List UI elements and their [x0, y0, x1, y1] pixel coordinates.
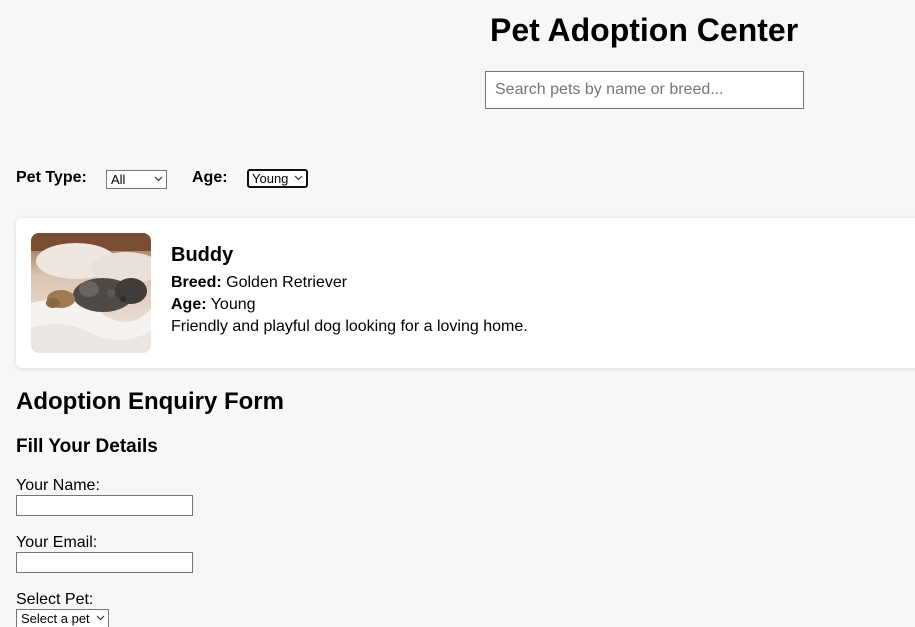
- name-field[interactable]: [16, 495, 193, 516]
- search-input[interactable]: [485, 71, 804, 109]
- pet-age-value: Young: [210, 296, 256, 313]
- chevron-down-icon: [96, 615, 105, 621]
- pet-type-select[interactable]: All: [106, 170, 167, 189]
- email-label: Your Email:: [16, 534, 98, 551]
- chevron-down-icon: [294, 175, 303, 181]
- pet-type-label: Pet Type:: [16, 169, 87, 186]
- pet-type-select-value: All: [111, 172, 126, 187]
- page-title: Pet Adoption Center: [490, 12, 799, 48]
- form-title: Adoption Enquiry Form: [16, 388, 284, 415]
- age-select[interactable]: Young: [247, 169, 308, 188]
- age-select-value: Young: [252, 171, 289, 186]
- sleeping-dog-photo: [31, 233, 151, 353]
- pet-breed-label: Breed:: [171, 274, 222, 291]
- select-pet-label: Select Pet:: [16, 591, 94, 608]
- pet-description: Friendly and playful dog looking for a l…: [171, 318, 528, 335]
- pet-age-label: Age:: [171, 296, 207, 313]
- select-pet-dropdown[interactable]: Select a pet: [16, 609, 109, 627]
- name-label: Your Name:: [16, 477, 100, 494]
- age-label: Age:: [192, 169, 228, 186]
- email-field[interactable]: [16, 552, 193, 573]
- chevron-down-icon: [154, 176, 163, 182]
- page: Pet Adoption Center Pet Type: All Age: Y…: [0, 0, 915, 627]
- select-pet-value: Select a pet: [21, 611, 90, 626]
- pet-age: Age: Young: [171, 295, 256, 315]
- pet-breed: Breed: Golden Retriever: [171, 273, 347, 293]
- form-subtitle: Fill Your Details: [16, 436, 158, 457]
- pet-name: Buddy: [171, 244, 234, 266]
- pet-breed-value: Golden Retriever: [226, 274, 348, 291]
- pet-card[interactable]: Buddy Breed: Golden Retriever Age: Young…: [16, 218, 915, 368]
